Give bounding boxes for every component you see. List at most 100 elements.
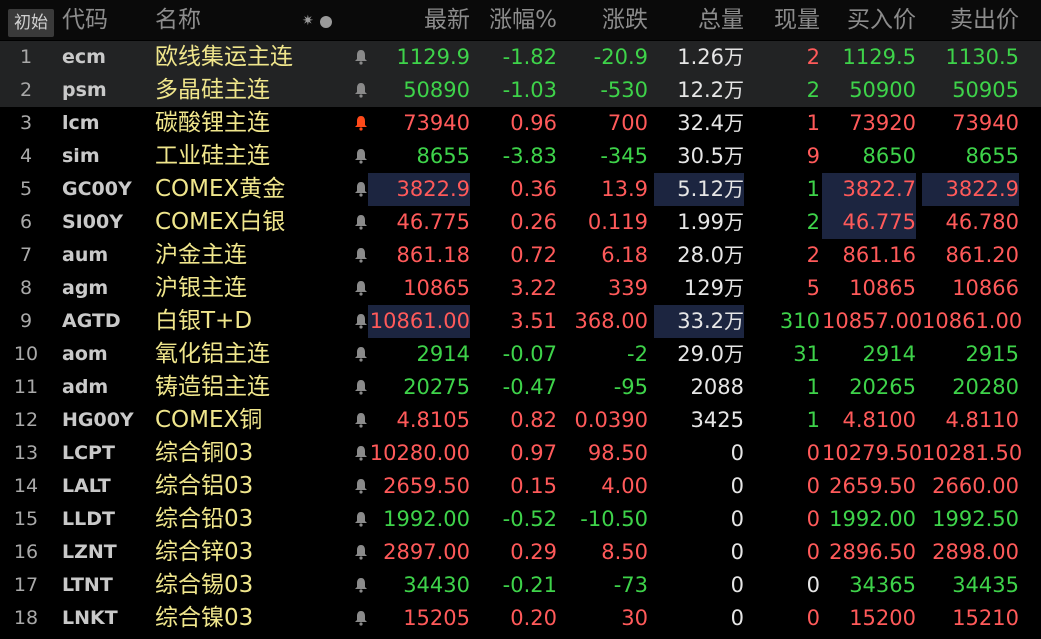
- row-number: 3: [19, 112, 33, 134]
- table-row[interactable]: 11 adm 铸造铝主连 20275 -0.47 -95 2088 1 2026…: [0, 371, 1041, 404]
- row-last: 15205: [403, 606, 470, 630]
- row-volume: 29.0万: [654, 338, 744, 371]
- row-current: 310: [779, 309, 820, 333]
- header-pct[interactable]: 涨幅%: [476, 0, 557, 40]
- row-change: 700: [607, 111, 648, 135]
- header-current[interactable]: 现量: [752, 0, 820, 40]
- row-volume: 12.2万: [654, 74, 744, 107]
- row-change: 6.18: [601, 243, 648, 267]
- row-number: 7: [19, 244, 33, 266]
- row-volume: 0: [654, 437, 744, 470]
- row-volume-value: 28.0: [677, 243, 724, 267]
- row-ask: 34435: [952, 573, 1019, 597]
- row-bid: 4.8100: [842, 408, 916, 432]
- table-row[interactable]: 8 agm 沪银主连 10865 3.22 339 129万 5 10865 1…: [0, 272, 1041, 305]
- row-current: 1: [806, 177, 820, 201]
- row-pct: -0.21: [502, 573, 557, 597]
- table-row[interactable]: 16 LZNT 综合锌03 2897.00 0.29 8.50 0 0 2896…: [0, 536, 1041, 569]
- row-last: 4.8105: [396, 408, 470, 432]
- table-row[interactable]: 1 ecm 欧线集运主连 1129.9 -1.82 -20.9 1.26万 2 …: [0, 41, 1041, 74]
- dot-icon[interactable]: [320, 16, 332, 28]
- row-ask: 1992.50: [932, 507, 1019, 531]
- row-change: -20.9: [593, 45, 648, 69]
- row-number: 18: [13, 607, 39, 629]
- header-last[interactable]: 最新: [368, 0, 470, 40]
- row-code: AGTD: [62, 310, 121, 332]
- row-ask: 73940: [952, 111, 1019, 135]
- init-button[interactable]: 初始: [8, 9, 54, 37]
- table-row[interactable]: 14 LALT 综合铝03 2659.50 0.15 4.00 0 0 2659…: [0, 470, 1041, 503]
- header-change[interactable]: 涨跌: [562, 0, 648, 40]
- row-pct: 0.96: [510, 111, 557, 135]
- row-ask: 2915: [965, 342, 1019, 366]
- row-current: 0: [806, 474, 820, 498]
- row-code: sim: [62, 145, 100, 167]
- row-name: 综合锡03: [155, 572, 254, 598]
- row-pct: 3.51: [510, 309, 557, 333]
- row-volume-value: 0: [730, 441, 744, 465]
- table-row[interactable]: 6 SI00Y COMEX白银 46.775 0.26 0.119 1.99万 …: [0, 206, 1041, 239]
- header-ask[interactable]: 卖出价: [922, 0, 1019, 40]
- row-code: LNKT: [62, 607, 118, 629]
- table-row[interactable]: 13 LCPT 综合铜03 10280.00 0.97 98.50 0 0 10…: [0, 437, 1041, 470]
- row-code: ecm: [62, 46, 106, 68]
- row-last: 50890: [403, 78, 470, 102]
- table-row[interactable]: 9 AGTD 白银T+D 10861.00 3.51 368.00 33.2万 …: [0, 305, 1041, 338]
- row-ask: 10866: [952, 276, 1019, 300]
- row-volume-unit: 万: [724, 45, 744, 69]
- row-ask: 20280: [952, 375, 1019, 399]
- row-volume-value: 1.99: [677, 210, 724, 234]
- table-row[interactable]: 12 HG00Y COMEX铜 4.8105 0.82 0.0390 3425 …: [0, 404, 1041, 437]
- row-change: -345: [600, 144, 648, 168]
- row-volume-value: 32.4: [677, 111, 724, 135]
- row-number: 16: [13, 541, 39, 563]
- table-row[interactable]: 18 LNKT 综合镍03 15205 0.20 30 0 0 15200 15…: [0, 602, 1041, 635]
- row-number: 17: [13, 574, 39, 596]
- row-change: -10.50: [580, 507, 648, 531]
- row-change: -95: [613, 375, 648, 399]
- row-volume-value: 0: [730, 540, 744, 564]
- row-code: HG00Y: [62, 409, 134, 431]
- row-last: 2897.00: [383, 540, 470, 564]
- row-last: 3822.9: [368, 173, 470, 206]
- row-current: 0: [806, 573, 820, 597]
- row-change: 8.50: [601, 540, 648, 564]
- table-row[interactable]: 10 aom 氧化铝主连 2914 -0.07 -2 29.0万 31 2914…: [0, 338, 1041, 371]
- row-pct: 0.36: [510, 177, 557, 201]
- table-row[interactable]: 7 aum 沪金主连 861.18 0.72 6.18 28.0万 2 861.…: [0, 239, 1041, 272]
- header-volume[interactable]: 总量: [654, 0, 744, 40]
- row-pct: -1.82: [502, 45, 557, 69]
- row-code: LCPT: [62, 442, 115, 464]
- header-bid[interactable]: 买入价: [822, 0, 916, 40]
- table-row[interactable]: 5 GC00Y COMEX黄金 3822.9 0.36 13.9 5.12万 1…: [0, 173, 1041, 206]
- header-name[interactable]: 名称: [155, 0, 201, 40]
- row-current: 0: [806, 540, 820, 564]
- row-volume: 2088: [654, 371, 744, 404]
- row-ask: 2660.00: [932, 474, 1019, 498]
- row-volume: 33.2万: [654, 305, 744, 338]
- row-name: 欧线集运主连: [155, 44, 293, 70]
- sparkle-icon[interactable]: ✷: [302, 14, 316, 28]
- row-change: 0.119: [587, 210, 648, 234]
- row-ask: 8655: [965, 144, 1019, 168]
- row-number: 6: [19, 211, 33, 233]
- row-code: lcm: [62, 112, 100, 134]
- table-row[interactable]: 17 LTNT 综合锡03 34430 -0.21 -73 0 0 34365 …: [0, 569, 1041, 602]
- table-row[interactable]: 2 psm 多晶硅主连 50890 -1.03 -530 12.2万 2 509…: [0, 74, 1041, 107]
- row-name: 工业硅主连: [155, 143, 270, 169]
- row-pct: 0.72: [510, 243, 557, 267]
- table-row[interactable]: 4 sim 工业硅主连 8655 -3.83 -345 30.5万 9 8650…: [0, 140, 1041, 173]
- row-ask: 861.20: [945, 243, 1019, 267]
- row-bid: 34365: [849, 573, 916, 597]
- row-change: 4.00: [601, 474, 648, 498]
- row-code: psm: [62, 79, 107, 101]
- table-row[interactable]: 15 LLDT 综合铅03 1992.00 -0.52 -10.50 0 0 1…: [0, 503, 1041, 536]
- row-code: LLDT: [62, 508, 115, 530]
- row-volume: 0: [654, 503, 744, 536]
- header-code[interactable]: 代码: [62, 0, 108, 40]
- row-number: 12: [13, 409, 39, 431]
- row-ask: 4.8110: [945, 408, 1019, 432]
- row-name: COMEX白银: [155, 209, 286, 235]
- row-change: 339: [607, 276, 648, 300]
- table-row[interactable]: 3 lcm 碳酸锂主连 73940 0.96 700 32.4万 1 73920…: [0, 107, 1041, 140]
